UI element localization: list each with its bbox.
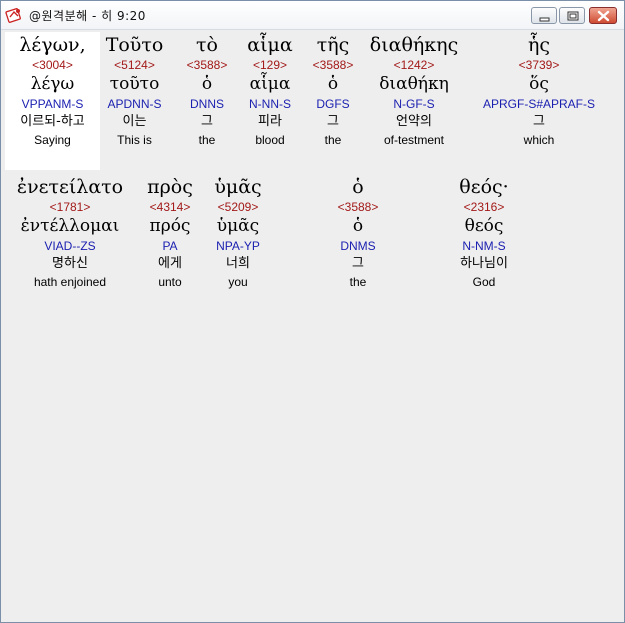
minimize-button[interactable] — [531, 7, 557, 24]
greek-word: ὁ — [352, 176, 364, 198]
english-gloss: blood — [255, 133, 285, 147]
title-bar[interactable]: @원격분해 - 히 9:20 — [1, 1, 624, 30]
parsing-code: VPPANM-S — [21, 97, 84, 111]
korean-gloss: 이르되-하고 — [20, 114, 85, 129]
maximize-icon — [567, 11, 579, 21]
english-gloss: This is — [117, 133, 152, 147]
word-column[interactable]: τὸ <3588> ὁ DNNS 그 the — [178, 32, 236, 148]
korean-gloss: 그 — [352, 256, 364, 271]
strong-number: <4314> — [149, 200, 191, 214]
greek-word: Τοῦτο — [105, 34, 164, 56]
english-gloss: you — [228, 275, 248, 289]
word-column[interactable]: ἐνετείλατο <1781> ἐντέλλομαι VIAD--ZS 명하… — [5, 174, 135, 290]
parsing-code: N-NN-S — [249, 97, 291, 111]
close-button[interactable] — [589, 7, 617, 24]
parsing-code: N-GF-S — [393, 97, 435, 111]
english-gloss: hath enjoined — [33, 275, 107, 289]
word-column[interactable]: λέγων, <3004> λέγω VPPANM-S 이르되-하고 Sayin… — [5, 32, 100, 148]
lemma: ἐντέλλομαι — [20, 216, 120, 236]
english-gloss: Saying — [34, 133, 71, 147]
greek-word: πρὸς — [147, 176, 193, 198]
parsing-code: DNNS — [189, 97, 224, 111]
lemma: ὑμᾶς — [216, 216, 260, 236]
parsing-code: N-NM-S — [462, 239, 506, 253]
word-column[interactable]: ὁ <3588> ὁ DNMS 그 the — [319, 174, 397, 290]
lemma: θεός — [464, 216, 504, 236]
close-icon — [597, 10, 610, 22]
korean-gloss: 피라 — [258, 114, 282, 129]
greek-word: ἐνετείλατο — [16, 176, 124, 198]
word-column[interactable]: Τοῦτο <5124> τοῦτο APDNN-S 이는 This is — [101, 32, 168, 148]
strong-number: <129> — [252, 58, 288, 72]
parsing-code: NPA-YP — [216, 239, 260, 253]
window-title: @원격분해 - 히 9:20 — [29, 9, 146, 23]
korean-gloss: 언약의 — [396, 114, 432, 129]
strong-number: <3588> — [337, 200, 379, 214]
english-gloss: of-testment — [383, 133, 445, 147]
lemma: ὁ — [352, 216, 364, 236]
word-column[interactable]: τῆς <3588> ὁ DGFS 그 the — [304, 32, 362, 148]
lemma: διαθήκη — [379, 74, 449, 94]
korean-gloss: 하나님이 — [460, 256, 508, 271]
lemma: λέγω — [30, 74, 75, 94]
english-gloss: the — [349, 275, 367, 289]
strong-number: <3588> — [186, 58, 228, 72]
lemma: ὁ — [327, 74, 339, 94]
parsing-code: APRGF-S#APRAF-S — [482, 97, 596, 111]
greek-word: ἧς — [527, 34, 551, 56]
korean-gloss: 그 — [533, 114, 545, 129]
word-column[interactable]: θεός· <2316> θεός N-NM-S 하나님이 God — [441, 174, 527, 290]
lemma: αἷμα — [249, 74, 291, 94]
strong-number: <5124> — [114, 58, 155, 72]
word-column[interactable]: αἷμα <129> αἷμα N-NN-S 피라 blood — [237, 32, 303, 148]
app-logo-icon — [5, 6, 23, 24]
greek-word: αἷμα — [247, 34, 293, 56]
word-column[interactable]: πρὸς <4314> πρός PA 에게 unto — [137, 174, 203, 290]
strong-number: <5209> — [217, 200, 259, 214]
strong-number: <1781> — [49, 200, 91, 214]
english-gloss: the — [324, 133, 342, 147]
parsing-code: DNMS — [340, 239, 376, 253]
parsing-code: PA — [162, 239, 178, 253]
korean-gloss: 그 — [327, 114, 339, 129]
word-column[interactable]: διαθήκης <1242> διαθήκη N-GF-S 언약의 of-te… — [363, 32, 465, 148]
lemma: πρός — [149, 216, 191, 236]
parsing-code: DGFS — [316, 97, 350, 111]
greek-word: λέγων, — [19, 34, 86, 56]
greek-word: ὑμᾶς — [214, 176, 262, 198]
strong-number: <3739> — [518, 58, 560, 72]
parsing-code: VIAD--ZS — [44, 239, 96, 253]
word-column[interactable]: ὑμᾶς <5209> ὑμᾶς NPA-YP 너희 you — [205, 174, 271, 290]
greek-word: θεός· — [459, 176, 509, 198]
korean-gloss: 이는 — [122, 114, 147, 129]
greek-word: τὸ — [196, 34, 218, 56]
app-window: @원격분해 - 히 9:20 λέγων, <3004> λέγω VPPANM… — [0, 0, 625, 623]
lemma: τοῦτο — [109, 74, 160, 94]
korean-gloss: 에게 — [158, 256, 182, 271]
minimize-icon — [539, 17, 550, 22]
english-gloss: God — [472, 275, 496, 289]
korean-gloss: 그 — [201, 114, 213, 129]
greek-word: διαθήκης — [369, 34, 459, 56]
strong-number: <1242> — [393, 58, 435, 72]
lemma: ὁ — [201, 74, 213, 94]
korean-gloss: 명하신 — [52, 256, 88, 271]
strong-number: <3004> — [32, 58, 73, 72]
korean-gloss: 너희 — [226, 256, 250, 271]
english-gloss: which — [523, 133, 555, 147]
strong-number: <3588> — [312, 58, 354, 72]
strong-number: <2316> — [463, 200, 505, 214]
parsing-code: APDNN-S — [107, 97, 162, 111]
greek-word: τῆς — [316, 34, 350, 56]
maximize-button[interactable] — [559, 7, 585, 24]
english-gloss: unto — [158, 275, 182, 289]
lemma: ὅς — [529, 74, 549, 94]
english-gloss: the — [198, 133, 216, 147]
word-column[interactable]: ἧς <3739> ὅς APRGF-S#APRAF-S 그 which — [471, 32, 607, 148]
